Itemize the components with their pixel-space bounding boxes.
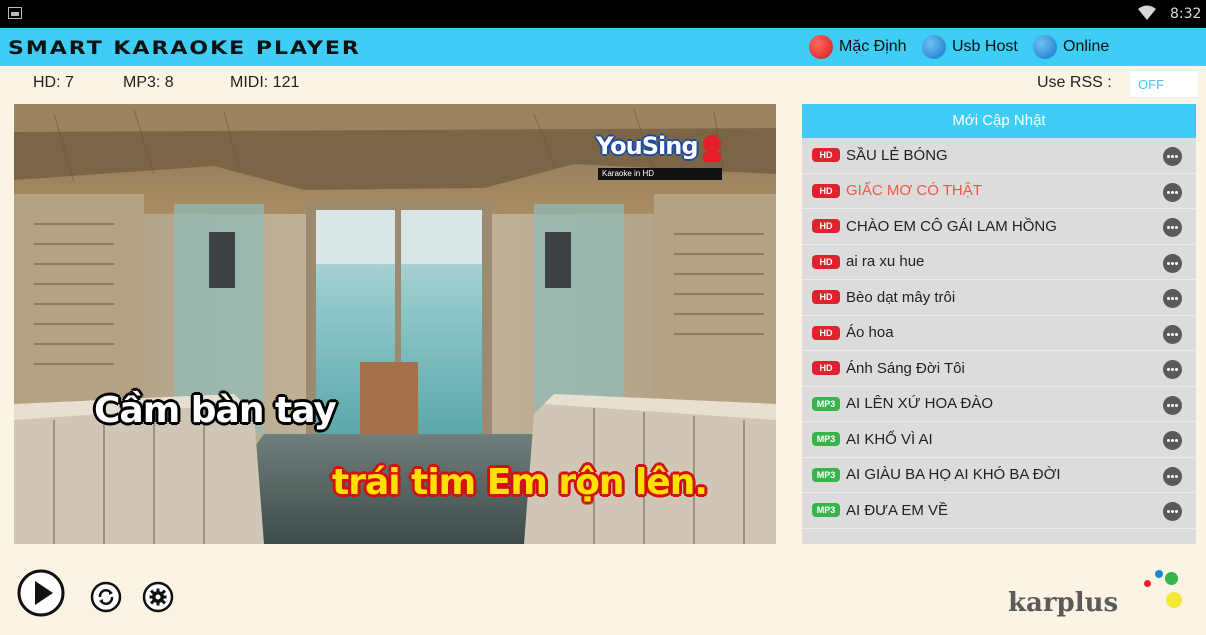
repeat-button[interactable] bbox=[90, 581, 122, 613]
song-list-header: Mới Cập Nhật bbox=[802, 104, 1196, 138]
song-list: HD SẦU LẺ BÓNG HD GIẤC MƠ CÓ THẬT HD CHÀO EM … bbox=[802, 138, 1196, 529]
more-options-icon[interactable] bbox=[1163, 324, 1182, 344]
clock: 8:32 bbox=[1170, 6, 1202, 22]
source-online-label: Online bbox=[1063, 38, 1110, 55]
song-title: AI ĐƯA EM VỀ bbox=[846, 501, 949, 519]
mp3-badge: MP3 bbox=[812, 503, 840, 518]
source-usb-label: Usb Host bbox=[952, 38, 1018, 55]
source-default-label: Mặc Định bbox=[839, 38, 907, 55]
song-title: Ánh Sáng Đời Tôi bbox=[846, 359, 965, 377]
hd-badge: HD bbox=[812, 325, 840, 340]
song-title: CHÀO EM CÔ GÁI LAM HỒNG bbox=[846, 217, 1057, 235]
gallery-icon bbox=[8, 7, 22, 19]
hd-count: HD: 7 bbox=[33, 74, 74, 91]
more-options-icon[interactable] bbox=[1163, 466, 1182, 486]
more-options-icon[interactable] bbox=[1163, 289, 1182, 308]
song-title: AI GIÀU BA HỌ AI KHÓ BA ĐỜI bbox=[846, 466, 1061, 484]
wifi-icon bbox=[1138, 5, 1156, 20]
play-button[interactable] bbox=[17, 569, 65, 617]
song-list-item[interactable]: HD Bèo dạt mây trôi bbox=[802, 280, 1196, 316]
song-title: Bèo dạt mây trôi bbox=[846, 288, 956, 306]
song-list-item[interactable]: MP3 AI KHỔ VÌ AI bbox=[802, 422, 1196, 458]
radio-usb-icon bbox=[922, 35, 946, 59]
midi-count: MIDI: 121 bbox=[230, 74, 300, 91]
brand-name: karplus bbox=[1008, 588, 1119, 618]
song-list-item[interactable]: MP3 AI ĐƯA EM VỀ bbox=[802, 493, 1196, 529]
settings-button[interactable] bbox=[142, 581, 174, 613]
song-list-item[interactable]: MP3 AI GIÀU BA HỌ AI KHÓ BA ĐỜI bbox=[802, 458, 1196, 493]
more-options-icon[interactable] bbox=[1163, 502, 1182, 521]
app-bar: SMART KARAOKE PLAYER Mặc Định Usb Host O… bbox=[0, 28, 1206, 66]
mp3-badge: MP3 bbox=[812, 396, 840, 411]
song-list-item[interactable]: HD SẦU LẺ BÓNG bbox=[802, 138, 1196, 174]
yousing-watermark: YouSing Karaoke in HD bbox=[594, 132, 734, 184]
more-options-icon[interactable] bbox=[1163, 147, 1182, 166]
more-options-icon[interactable] bbox=[1163, 182, 1182, 202]
mp3-badge: MP3 bbox=[812, 432, 840, 447]
hd-badge: HD bbox=[812, 219, 840, 234]
hd-badge: HD bbox=[812, 148, 840, 163]
watermark-text: YouSing bbox=[596, 132, 699, 160]
song-title: ai ra xu hue bbox=[846, 253, 925, 271]
lyric-line-1: Cầm bàn tay bbox=[94, 390, 337, 431]
song-title: GIẤC MƠ CÓ THẬT bbox=[846, 182, 982, 200]
song-title: Áo hoa bbox=[846, 324, 894, 342]
song-list-item[interactable]: HD GIẤC MƠ CÓ THẬT bbox=[802, 174, 1196, 209]
source-default-button[interactable]: Mặc Định bbox=[809, 35, 907, 59]
radio-default-icon bbox=[809, 35, 833, 59]
more-options-icon[interactable] bbox=[1163, 360, 1182, 379]
song-title: AI LÊN XỨ HOA ĐÀO bbox=[846, 395, 994, 413]
status-bar: 8:32 bbox=[0, 0, 1206, 28]
video-player[interactable]: YouSing Karaoke in HD Cầm bàn tay trái t… bbox=[14, 104, 776, 544]
hd-badge: HD bbox=[812, 361, 840, 376]
rss-toggle[interactable]: OFF bbox=[1129, 70, 1199, 98]
microphone-logo-icon bbox=[703, 135, 721, 162]
source-online-button[interactable]: Online bbox=[1033, 35, 1109, 59]
hd-badge: HD bbox=[812, 183, 840, 198]
watermark-subtitle: Karaoke in HD bbox=[598, 168, 722, 180]
song-list-item[interactable]: HD CHÀO EM CÔ GÁI LAM HỒNG bbox=[802, 209, 1196, 245]
hd-badge: HD bbox=[812, 254, 840, 269]
mp3-badge: MP3 bbox=[812, 467, 840, 482]
mp3-count: MP3: 8 bbox=[123, 74, 174, 91]
karplus-logo: karplus bbox=[1008, 568, 1188, 622]
hd-badge: HD bbox=[812, 290, 840, 305]
song-list-panel: Mới Cập Nhật HD SẦU LẺ BÓNG HD GIẤC MƠ CÓ T… bbox=[802, 104, 1196, 544]
more-options-icon[interactable] bbox=[1163, 395, 1182, 415]
lyric-line-2: trái tim Em rộn lên. bbox=[332, 462, 708, 503]
radio-online-icon bbox=[1033, 35, 1057, 59]
song-list-item[interactable]: MP3 AI LÊN XỨ HOA ĐÀO bbox=[802, 387, 1196, 422]
rss-label: Use RSS : bbox=[1037, 74, 1112, 91]
song-list-item[interactable]: HD Ánh Sáng Đời Tôi bbox=[802, 351, 1196, 387]
song-list-item[interactable]: HD ai ra xu hue bbox=[802, 245, 1196, 280]
more-options-icon[interactable] bbox=[1163, 431, 1182, 450]
more-options-icon[interactable] bbox=[1163, 218, 1182, 237]
song-title: SẦU LẺ BÓNG bbox=[846, 146, 948, 164]
song-title: AI KHỔ VÌ AI bbox=[846, 430, 933, 448]
song-list-item[interactable]: HD Áo hoa bbox=[802, 316, 1196, 351]
app-title: SMART KARAOKE PLAYER bbox=[8, 37, 361, 60]
source-usb-button[interactable]: Usb Host bbox=[922, 35, 1018, 59]
more-options-icon[interactable] bbox=[1163, 253, 1182, 273]
